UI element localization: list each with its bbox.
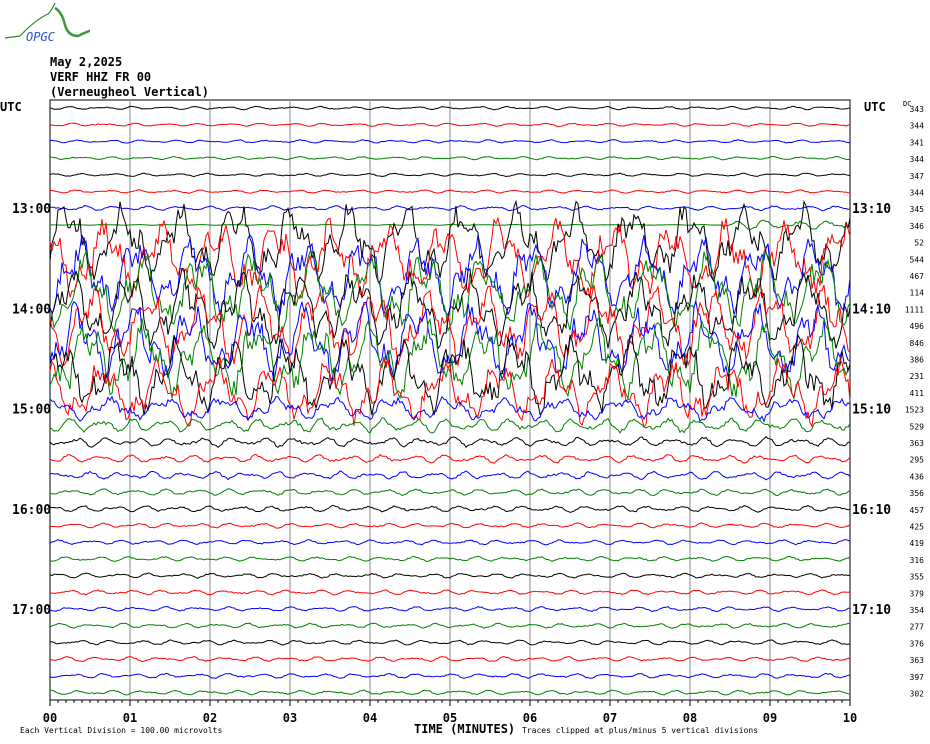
x-tick-label: 07 [603,711,617,725]
dc-value: 316 [910,556,925,565]
dc-value: 425 [910,523,925,532]
x-tick-label: 08 [683,711,697,725]
scale-note: Each Vertical Division = 100.00 microvol… [20,726,222,735]
dc-value: 386 [910,356,925,365]
dc-value: 411 [910,389,925,398]
dc-value: 467 [910,272,925,281]
dc-value: 397 [910,673,925,682]
x-axis-label: TIME (MINUTES) [414,722,515,736]
left-hour-label: 17:00 [12,603,51,618]
dc-value: 1111 [905,305,924,314]
dc-value: 846 [910,339,925,348]
dc-value: 114 [910,289,925,298]
dc-value: 277 [910,623,925,632]
dc-value: 419 [910,539,925,548]
dc-value: 344 [910,189,925,198]
dc-value: 344 [910,122,925,131]
x-tick-label: 04 [363,711,377,725]
right-hour-label: 17:10 [852,603,891,618]
dc-value: 355 [910,573,925,582]
right-hour-label: 14:10 [852,302,891,317]
x-tick-label: 03 [283,711,297,725]
left-hour-label: 14:00 [12,302,51,317]
dc-value: 363 [910,656,925,665]
dc-value: 529 [910,422,925,431]
x-tick-label: 09 [763,711,777,725]
dc-value: 231 [910,372,925,381]
dc-value: 496 [910,322,925,331]
x-tick-label: 01 [123,711,137,725]
dc-value: 376 [910,639,925,648]
x-tick-label: 06 [523,711,537,725]
x-tick-label: 10 [843,711,857,725]
clip-note: Traces clipped at plus/minus 5 vertical … [522,726,758,735]
dc-value: 347 [910,172,925,181]
dc-value: 52 [914,239,924,248]
right-hour-label: 16:10 [852,503,891,518]
dc-value: 363 [910,439,925,448]
dc-value: 344 [910,155,925,164]
left-hour-label: 15:00 [12,403,51,418]
x-tick-label: 00 [43,711,57,725]
dc-value: 302 [910,690,925,699]
dc-value: 343 [910,105,925,114]
helicorder-page: OPGC May 2,2025 VERF HHZ FR 00 (Verneugh… [0,0,930,744]
left-hour-label: 16:00 [12,503,51,518]
x-tick-label: 02 [203,711,217,725]
dc-value: 354 [910,606,925,615]
dc-value: 379 [910,589,925,598]
dc-value: 1523 [905,406,924,415]
dc-value: 457 [910,506,925,515]
dc-value: 345 [910,205,925,214]
helicorder-chart: 00 01 02 03 04 05 06 07 08 09 10343344341344347344… [0,99,925,736]
right-hour-label: 13:10 [852,202,891,217]
left-hour-label: 13:00 [12,202,51,217]
right-utc-label: UTC [864,100,886,114]
dc-value: 544 [910,255,925,264]
dc-value: 356 [910,489,925,498]
dc-value: 295 [910,456,925,465]
right-hour-label: 15:10 [852,403,891,418]
dc-value: 346 [910,222,925,231]
dc-value: 436 [910,472,925,481]
dc-value: 341 [910,138,925,147]
left-utc-label: UTC [0,100,22,114]
dc-label: DC [903,100,911,108]
